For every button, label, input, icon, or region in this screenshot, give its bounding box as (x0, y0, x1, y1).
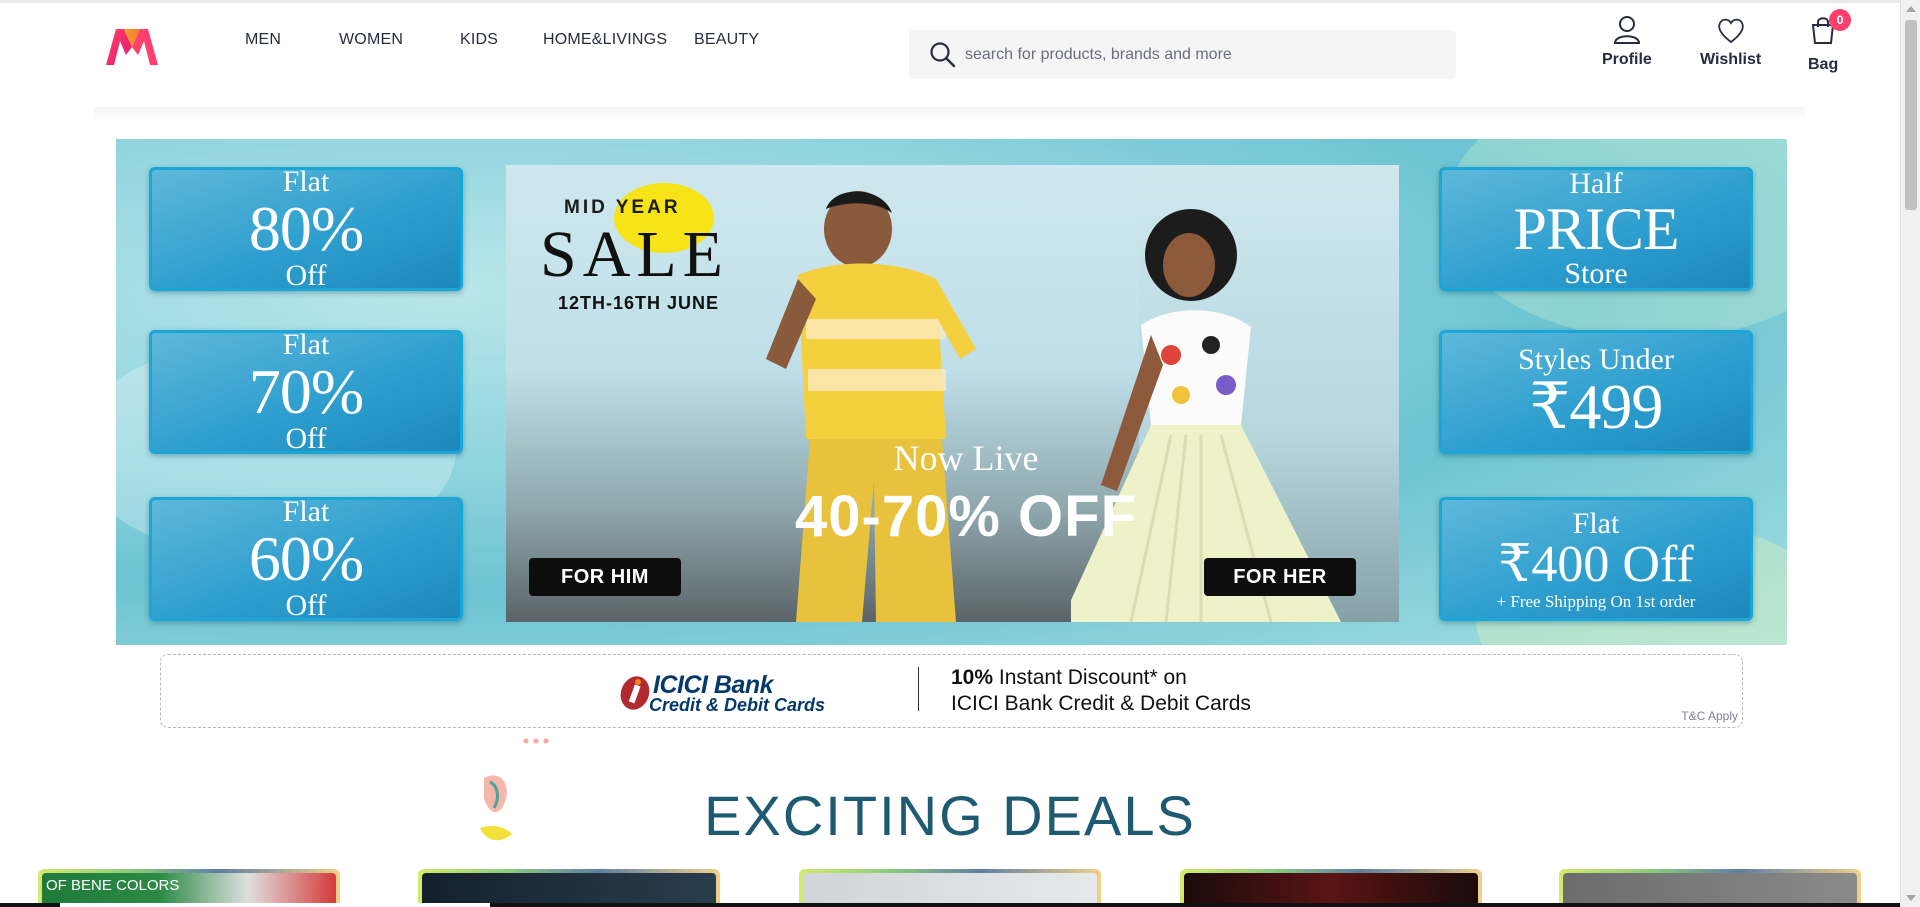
hero-image[interactable]: MID YEAR SALE 12TH-16TH JUNE Now Live 40… (506, 165, 1399, 622)
nav-home-living[interactable]: HOME&LIVINGS (543, 31, 694, 49)
bag-count-badge: 0 (1829, 9, 1852, 31)
tile-bottom-text: Off (285, 422, 327, 455)
tile-top-text: Flat (1572, 506, 1620, 540)
tile-bottom-text: + Free Shipping On 1st order (1496, 591, 1696, 611)
scroll-down-arrow-icon[interactable] (1906, 895, 1916, 901)
site-header: MEN WOMEN KIDS HOME&LIVINGS BEAUTY Profi… (0, 3, 1900, 100)
nav-men[interactable]: MEN (245, 31, 339, 49)
deal-card-brand-text: OF BENE COLORS (46, 877, 180, 894)
tile-bottom-text: Off (285, 589, 327, 622)
offer-description: 10% Instant Discount* on ICICI Bank Cred… (951, 665, 1251, 717)
offer-divider (918, 667, 919, 711)
now-live-line: Now Live (893, 438, 1039, 478)
tile-big-text: 70% (248, 356, 364, 427)
sale-date-text: 12TH-16TH JUNE (558, 293, 720, 313)
for-her-button[interactable]: FOR HER (1204, 558, 1356, 596)
tile-top-text: Half (1569, 167, 1623, 200)
now-live-text: Now Live 40-70% OFF (746, 437, 1186, 550)
deal-card[interactable] (1180, 869, 1482, 907)
scroll-up-arrow-icon[interactable] (1906, 6, 1916, 12)
person-icon (1613, 16, 1640, 44)
terms-link[interactable]: T&C Apply (1681, 709, 1738, 723)
wishlist-label: Wishlist (1700, 51, 1762, 68)
icici-bank-logo: ICICI Bank Credit & Debit Cards (619, 671, 859, 715)
tile-bottom-text: Store (1564, 257, 1628, 290)
tile-big-text: ₹499 (1529, 371, 1664, 442)
tile-big-text: PRICE (1513, 196, 1679, 262)
discount-range-line: 40-70% OFF (795, 484, 1137, 549)
search-icon[interactable] (923, 35, 963, 75)
exciting-deals-heading: EXCITING DEALS (704, 784, 1196, 847)
deal-card[interactable] (418, 869, 720, 907)
discount-text: Instant Discount* on (998, 666, 1187, 689)
bank-offer-strip[interactable]: ICICI Bank Credit & Debit Cards 10% Inst… (160, 654, 1743, 728)
wishlist-button[interactable]: Wishlist (1700, 15, 1761, 69)
icici-emblem-icon (620, 676, 650, 710)
profile-button[interactable]: Profile (1602, 15, 1652, 69)
bag-button[interactable]: 0 Bag (1808, 9, 1852, 74)
tile-big-text: 80% (248, 193, 364, 264)
deal-card[interactable]: OF BENE COLORS (38, 869, 340, 907)
header-divider (94, 107, 1805, 119)
mid-year-sale-banner[interactable]: Flat 80% Off Flat 70% Off Flat 60% Off M… (116, 139, 1787, 645)
myntra-logo[interactable] (104, 25, 160, 69)
search-input[interactable] (965, 45, 1425, 64)
deals-card-row: OF BENE COLORS (38, 869, 1862, 907)
bank-cards-text: Credit & Debit Cards (649, 695, 826, 715)
sale-mid-year-text: MID YEAR (564, 197, 681, 218)
flat-80-off-tile[interactable]: Flat 80% Off (149, 167, 463, 291)
flat-60-off-tile[interactable]: Flat 60% Off (149, 497, 463, 621)
flat-400-off-tile[interactable]: Flat ₹400 Off + Free Shipping On 1st ord… (1439, 497, 1753, 621)
nav-beauty[interactable]: BEAUTY (694, 31, 774, 49)
flat-70-off-tile[interactable]: Flat 70% Off (149, 330, 463, 454)
discount-cards-text: ICICI Bank Credit & Debit Cards (951, 692, 1251, 715)
half-price-store-tile[interactable]: Half PRICE Store (1439, 167, 1753, 291)
styles-under-499-tile[interactable]: Styles Under ₹499 (1439, 330, 1753, 454)
decorative-dots (523, 738, 549, 744)
for-him-button[interactable]: FOR HIM (529, 558, 681, 596)
bottom-edge (0, 903, 1900, 907)
sale-word-text: SALE (540, 218, 729, 291)
nav-women[interactable]: WOMEN (339, 31, 460, 49)
tile-big-text: ₹400 Off (1498, 535, 1694, 593)
tile-big-text: 60% (248, 523, 364, 594)
bag-label: Bag (1808, 56, 1839, 73)
deal-card[interactable] (799, 869, 1101, 907)
search-bar[interactable] (909, 30, 1456, 79)
main-nav: MEN WOMEN KIDS HOME&LIVINGS BEAUTY (245, 31, 774, 49)
male-model-image (766, 191, 976, 622)
heart-icon (1717, 18, 1744, 44)
deal-card[interactable] (1559, 869, 1861, 907)
profile-label: Profile (1602, 51, 1652, 68)
discount-percent: 10% (951, 666, 994, 689)
scrollbar-thumb[interactable] (1905, 20, 1917, 210)
tile-bottom-text: Off (285, 259, 327, 292)
page-scrollbar[interactable] (1900, 0, 1920, 907)
nav-kids[interactable]: KIDS (460, 31, 543, 49)
